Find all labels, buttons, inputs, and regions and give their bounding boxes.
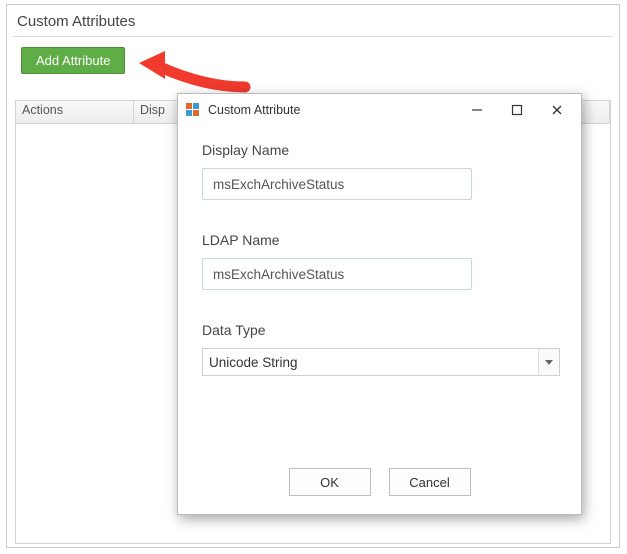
add-attribute-button[interactable]: Add Attribute	[21, 47, 125, 74]
display-name-field[interactable]	[202, 168, 472, 200]
chevron-down-icon	[545, 358, 553, 366]
divider	[13, 36, 613, 37]
window-close-button[interactable]	[537, 96, 577, 124]
custom-attribute-dialog: Custom Attribute Display Name LDAP Name …	[177, 93, 582, 515]
window-minimize-button[interactable]	[457, 96, 497, 124]
app-icon	[186, 103, 200, 117]
window-maximize-button[interactable]	[497, 96, 537, 124]
data-type-field[interactable]	[202, 348, 560, 376]
ok-button[interactable]: OK	[289, 468, 371, 496]
minimize-icon	[471, 104, 483, 116]
dialog-body: Display Name LDAP Name Data Type	[178, 126, 581, 376]
cancel-button[interactable]: Cancel	[389, 468, 471, 496]
dialog-titlebar[interactable]: Custom Attribute	[178, 94, 581, 126]
data-type-label: Data Type	[202, 322, 557, 338]
close-icon	[551, 104, 563, 116]
section-title: Custom Attributes	[7, 5, 619, 36]
ldap-name-label: LDAP Name	[202, 232, 557, 248]
dialog-button-row: OK Cancel	[178, 468, 581, 496]
annotation-arrow-icon	[135, 49, 255, 97]
dialog-title: Custom Attribute	[208, 103, 300, 117]
display-name-label: Display Name	[202, 142, 557, 158]
custom-attributes-panel: Custom Attributes Add Attribute Actions …	[6, 4, 620, 548]
data-type-dropdown-toggle[interactable]	[538, 348, 560, 376]
ldap-name-field[interactable]	[202, 258, 472, 290]
column-actions[interactable]: Actions	[16, 101, 134, 123]
maximize-icon	[511, 104, 523, 116]
